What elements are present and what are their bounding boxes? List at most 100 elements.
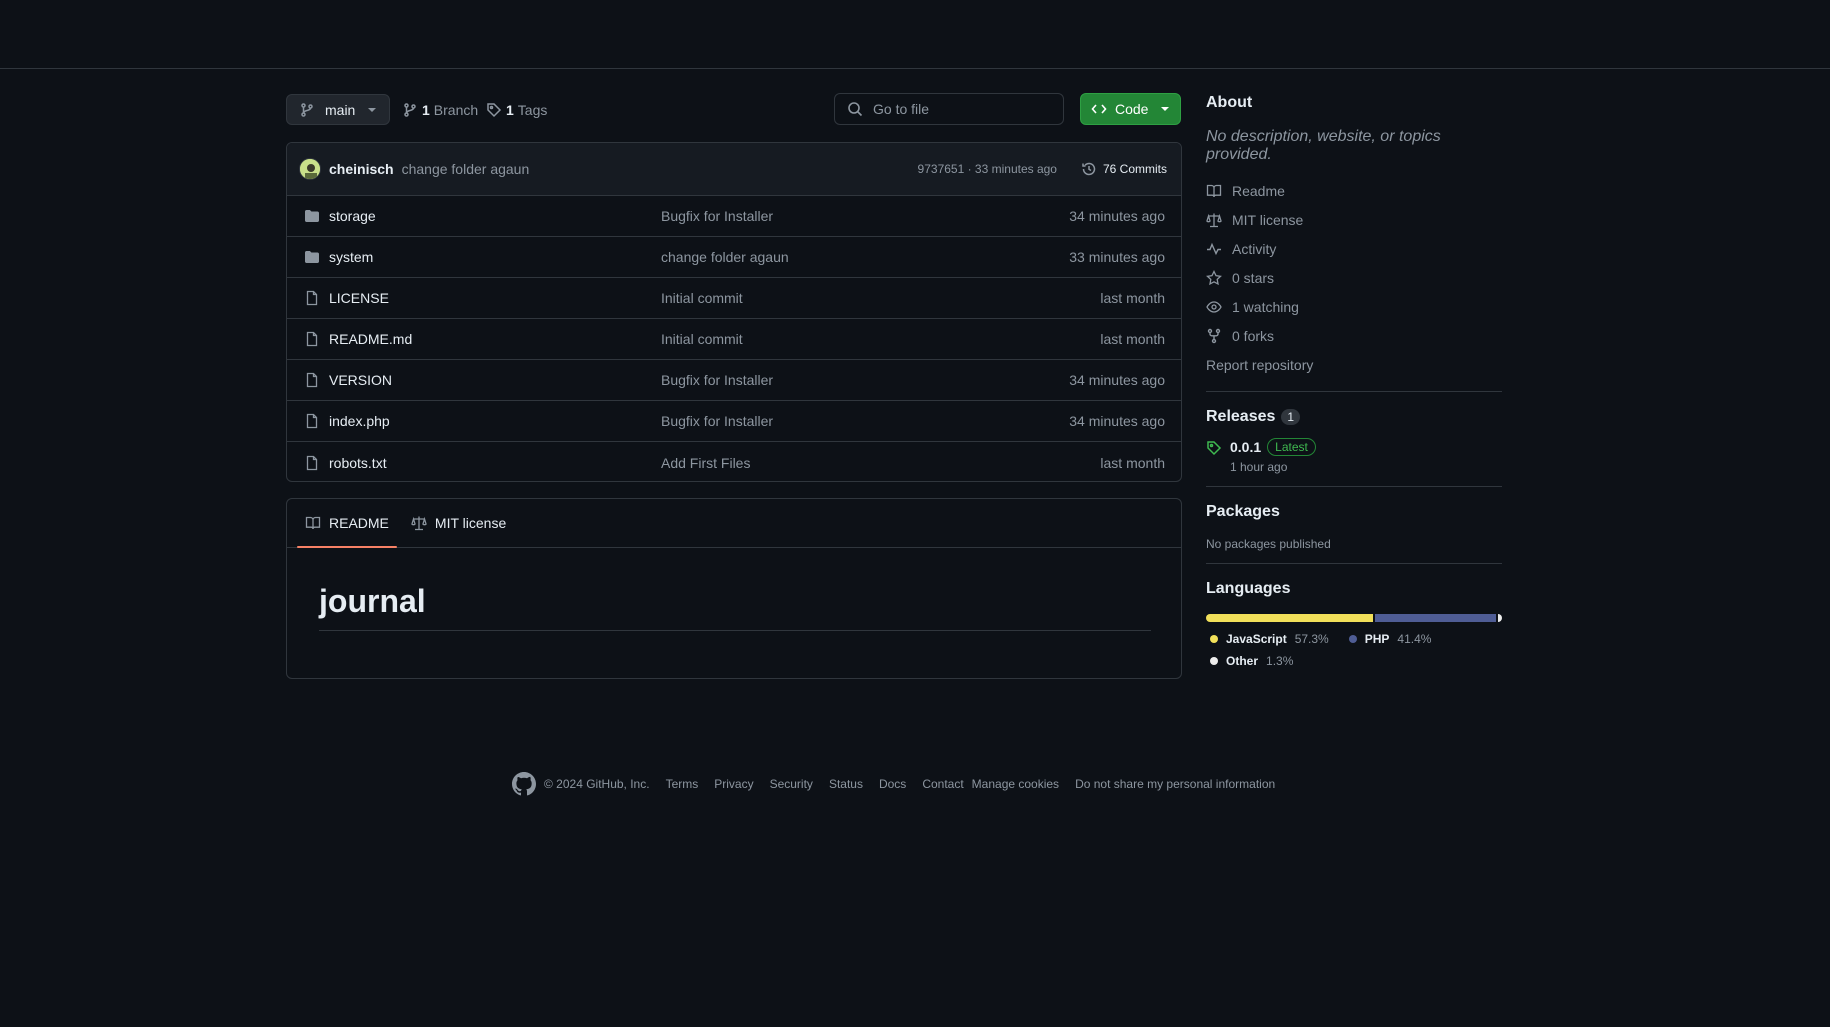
footer-link-status[interactable]: Status <box>829 777 863 791</box>
commit-author[interactable]: cheinisch <box>329 161 394 177</box>
packages-title[interactable]: Packages <box>1206 503 1502 521</box>
release-tag[interactable]: 0.0.1 <box>1230 439 1261 455</box>
tag-icon <box>486 102 502 118</box>
latest-commit-bar: cheinisch change folder agaun 9737651 · … <box>287 143 1181 196</box>
releases-title[interactable]: Releases 1 <box>1206 408 1502 426</box>
tab-license-label: MIT license <box>434 515 507 531</box>
divider <box>1206 391 1502 392</box>
file-age: 34 minutes ago <box>1069 372 1165 388</box>
tab-license[interactable]: MIT license <box>403 499 514 547</box>
language-name: JavaScript <box>1226 632 1287 646</box>
file-age: last month <box>1100 290 1165 306</box>
code-label: Code <box>1115 101 1149 117</box>
about-readme-link[interactable]: Readme <box>1206 176 1502 205</box>
caret-down-icon <box>1160 104 1170 114</box>
footer-link-docs[interactable]: Docs <box>879 777 906 791</box>
languages-bar <box>1206 614 1502 622</box>
footer-copyright: © 2024 GitHub, Inc. <box>512 772 650 796</box>
releases-title-label: Releases <box>1206 408 1276 425</box>
file-row[interactable]: VERSION Bugfix for Installer 34 minutes … <box>287 360 1181 401</box>
about-activity-link[interactable]: Activity <box>1206 234 1502 263</box>
tags-link[interactable]: 1 Tags <box>486 94 547 125</box>
about-title: About <box>1206 94 1253 111</box>
language-percent: 41.4% <box>1397 632 1432 646</box>
footer-link-privacy[interactable]: Privacy <box>714 777 753 791</box>
languages-legend: JavaScript 57.3% PHP 41.4% Other 1.3% <box>1206 630 1502 670</box>
file-commit-message[interactable]: Add First Files <box>661 455 750 471</box>
language-name: PHP <box>1364 632 1390 646</box>
commit-message[interactable]: change folder agaun <box>402 161 530 177</box>
search-icon <box>847 101 863 117</box>
file-name[interactable]: index.php <box>329 413 390 429</box>
about-readme-label: Readme <box>1232 182 1285 199</box>
file-icon <box>303 331 321 347</box>
latest-badge: Latest <box>1267 438 1316 456</box>
about-forks-link[interactable]: 0 forks <box>1206 321 1502 350</box>
about-license-link[interactable]: MIT license <box>1206 205 1502 234</box>
file-name[interactable]: robots.txt <box>329 455 387 471</box>
readme-tabs: README MIT license <box>287 499 1181 548</box>
branches-count: 1 <box>422 101 430 118</box>
readme-heading: journal <box>319 583 1151 631</box>
file-list: cheinisch change folder agaun 9737651 · … <box>286 142 1182 482</box>
language-dot <box>1210 657 1218 665</box>
file-row[interactable]: robots.txt Add First Files last month <box>287 442 1181 481</box>
tags-label: Tags <box>517 101 548 118</box>
branches-label: Branch <box>433 101 479 118</box>
footer: © 2024 GitHub, Inc. Terms Privacy Securi… <box>512 772 1275 796</box>
commits-link[interactable]: 76 Commits <box>1081 161 1167 177</box>
branch-name: main <box>325 101 356 118</box>
footer-link-security[interactable]: Security <box>770 777 813 791</box>
file-row[interactable]: index.php Bugfix for Installer 34 minute… <box>287 401 1181 442</box>
eye-icon <box>1206 299 1222 315</box>
file-name[interactable]: LICENSE <box>329 290 389 306</box>
about-stars-link[interactable]: 0 stars <box>1206 263 1502 292</box>
github-logo-icon[interactable] <box>512 772 536 796</box>
about-license-label: MIT license <box>1232 211 1304 228</box>
language-bar-segment-php <box>1375 614 1497 622</box>
language-percent: 1.3% <box>1266 654 1294 668</box>
tag-icon <box>1206 438 1222 474</box>
git-branch-icon <box>299 102 315 118</box>
file-name[interactable]: storage <box>329 208 376 224</box>
tab-readme[interactable]: README <box>297 499 397 548</box>
release-item[interactable]: 0.0.1 Latest 1 hour ago <box>1206 438 1502 474</box>
go-to-file-search[interactable] <box>834 93 1064 125</box>
file-row[interactable]: system change folder agaun 33 minutes ag… <box>287 237 1181 278</box>
language-item-php[interactable]: PHP 41.4% <box>1348 630 1432 648</box>
file-commit-message[interactable]: Initial commit <box>661 331 743 347</box>
file-commit-message[interactable]: change folder agaun <box>661 249 789 265</box>
file-name[interactable]: system <box>329 249 373 265</box>
branch-select-button[interactable]: main <box>286 94 390 125</box>
footer-link-manage-cookies[interactable]: Manage cookies <box>972 777 1059 791</box>
sidebar: About No description, website, or topics… <box>1206 94 1502 670</box>
file-commit-message[interactable]: Bugfix for Installer <box>661 413 773 429</box>
language-percent: 57.3% <box>1294 632 1329 646</box>
footer-link-do-not-share[interactable]: Do not share my personal information <box>1075 777 1275 791</box>
footer-link-contact[interactable]: Contact <box>922 777 963 791</box>
file-name[interactable]: VERSION <box>329 372 392 388</box>
code-button[interactable]: Code <box>1080 93 1181 125</box>
branches-link[interactable]: 1 Branch <box>402 94 478 125</box>
file-name[interactable]: README.md <box>329 331 412 347</box>
packages-empty-text: No packages published <box>1206 537 1331 551</box>
footer-link-terms[interactable]: Terms <box>666 777 699 791</box>
language-item-javascript[interactable]: JavaScript 57.3% <box>1210 630 1329 648</box>
file-commit-message[interactable]: Initial commit <box>661 290 743 306</box>
report-repository-link[interactable]: Report repository <box>1206 350 1502 379</box>
file-commit-message[interactable]: Bugfix for Installer <box>661 208 773 224</box>
pulse-icon <box>1206 241 1222 257</box>
file-commit-message[interactable]: Bugfix for Installer <box>661 372 773 388</box>
commit-hash-time[interactable]: 9737651 · 33 minutes ago <box>918 162 1057 176</box>
avatar[interactable] <box>299 158 321 180</box>
file-row[interactable]: LICENSE Initial commit last month <box>287 278 1181 319</box>
book-icon <box>1206 183 1222 199</box>
file-icon <box>303 413 321 429</box>
file-row[interactable]: README.md Initial commit last month <box>287 319 1181 360</box>
file-icon <box>303 455 321 471</box>
copyright-text: © 2024 GitHub, Inc. <box>544 777 650 791</box>
about-watching-link[interactable]: 1 watching <box>1206 292 1502 321</box>
about-list: Readme MIT license Activity 0 stars 1 wa… <box>1206 176 1502 379</box>
go-to-file-input[interactable] <box>873 101 1053 117</box>
file-row[interactable]: storage Bugfix for Installer 34 minutes … <box>287 196 1181 237</box>
